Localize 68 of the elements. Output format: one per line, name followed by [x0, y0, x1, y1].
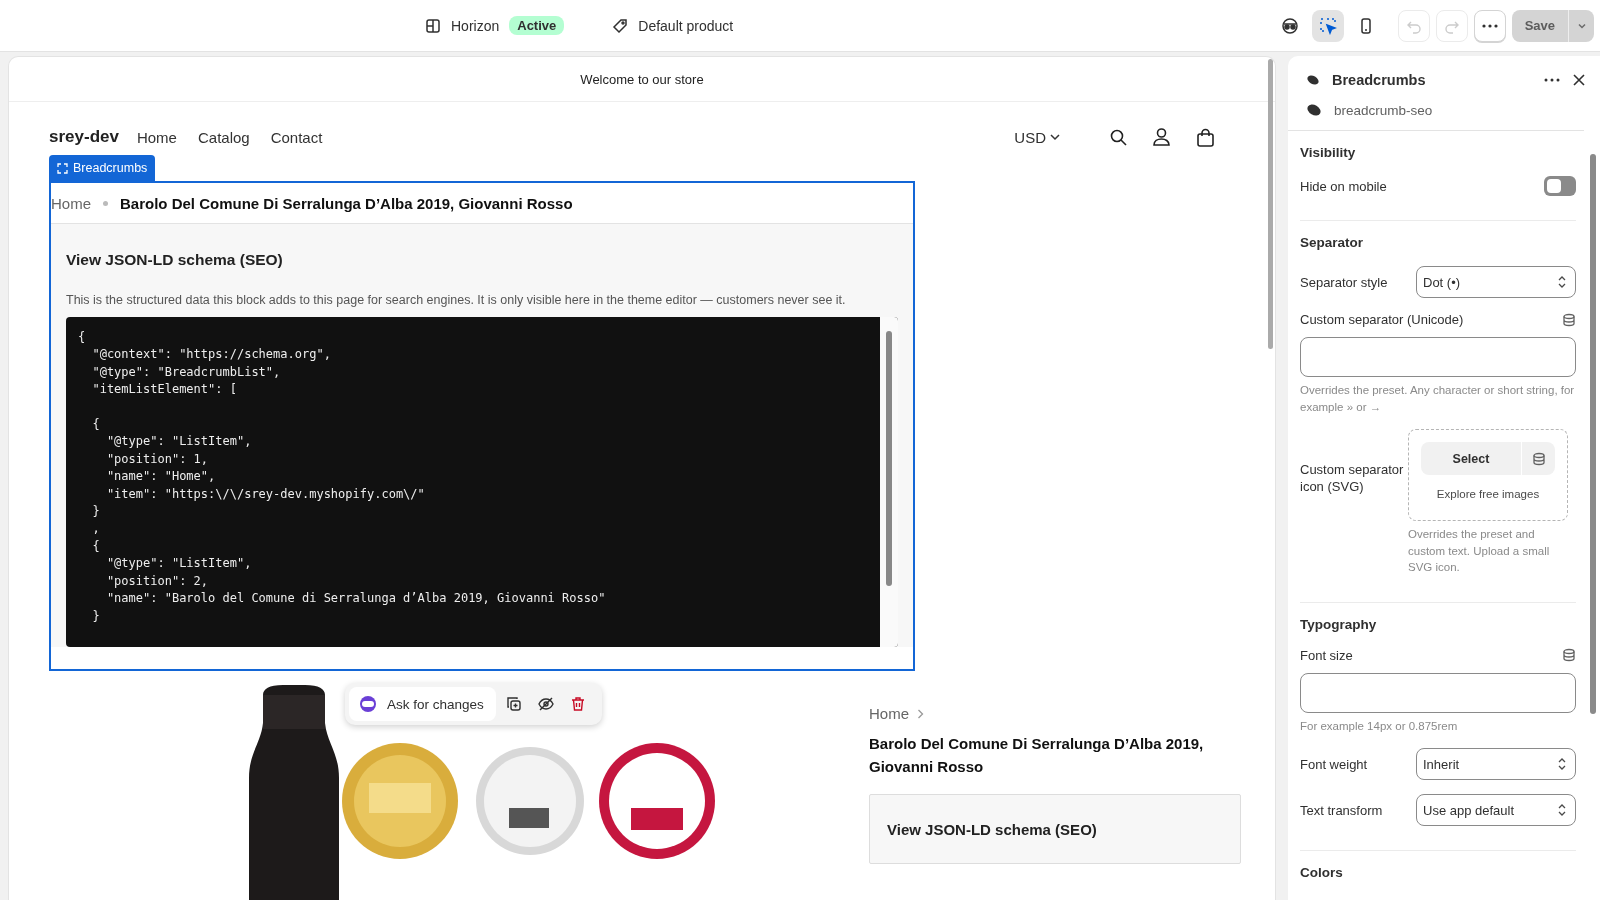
chevron-updown-icon	[1557, 802, 1567, 818]
tag-icon	[612, 17, 629, 34]
block-label[interactable]: Breadcrumbs	[49, 155, 156, 181]
toggle-switch[interactable]	[1544, 176, 1576, 196]
currency-selector[interactable]: USD	[1014, 128, 1060, 146]
block-handle: breadcrumb-seo	[1334, 102, 1433, 118]
field-label: Custom separator (Unicode)	[1300, 312, 1464, 327]
caret-icon	[1050, 132, 1060, 142]
eye-slash-icon	[537, 696, 554, 712]
section-heading: Colors	[1300, 865, 1344, 880]
separator-dot	[103, 200, 108, 206]
layout-icon	[425, 17, 441, 34]
help-text: For example 14px or 0.875rem	[1300, 718, 1459, 734]
chevron-icon	[917, 708, 924, 719]
cursor-select-icon	[1318, 16, 1337, 35]
select-frame-icon	[57, 162, 68, 174]
select-field[interactable]: Use app default	[1416, 794, 1576, 826]
nav-link[interactable]: Home	[136, 128, 177, 146]
toolbar-button[interactable]	[1311, 9, 1344, 42]
help-text: Overrides the preset and custom text. Upload a small SVG icon.	[1408, 527, 1551, 575]
store-logo[interactable]: srey-dev	[49, 127, 119, 147]
chevron-updown-icon	[1557, 274, 1567, 290]
field-label: Separator style	[1300, 274, 1388, 290]
more-icon	[1481, 23, 1498, 28]
theme-name[interactable]: Horizon	[451, 17, 500, 34]
field-label: Font weight	[1300, 756, 1368, 772]
breadcrumb-link[interactable]: Home	[51, 194, 91, 212]
database-icon[interactable]	[1562, 312, 1576, 327]
select-field[interactable]: Dot (•)	[1416, 266, 1576, 298]
duplicate-icon	[505, 696, 522, 712]
section-heading: Separator	[1300, 235, 1365, 250]
search-icon[interactable]	[1110, 128, 1127, 146]
close-icon[interactable]	[1572, 73, 1586, 87]
product-title: Barolo Del Comune Di Serralunga D’Alba 2019, Giovanni Rosso	[869, 734, 1205, 777]
schema-heading: View JSON-LD schema (SEO)	[66, 251, 284, 269]
trash-icon	[569, 696, 586, 712]
nav-link[interactable]: Contact	[270, 128, 323, 146]
more-icon[interactable]	[1544, 78, 1560, 82]
scrollbar[interactable]	[1590, 154, 1596, 714]
template-selector[interactable]: Default product	[638, 17, 734, 34]
assistant-icon	[359, 695, 377, 713]
explore-images-link[interactable]: Explore free images	[1436, 488, 1540, 500]
field-label: Font size	[1300, 647, 1353, 663]
input-field[interactable]	[1300, 337, 1576, 377]
chevron-updown-icon	[1557, 756, 1567, 772]
status-badge: Active	[509, 16, 565, 35]
account-icon[interactable]	[1153, 128, 1170, 146]
section-heading: Visibility	[1300, 145, 1357, 160]
nav-link[interactable]: Catalog	[197, 128, 250, 146]
input-field[interactable]	[1300, 672, 1576, 713]
scrollbar[interactable]	[1268, 59, 1273, 349]
schema-description: This is the structured data this block adds to this page for search engines. It is only visible here in the theme editor — customers never see it.	[66, 293, 847, 307]
ask-for-changes-button[interactable]: Ask for changes	[349, 687, 496, 721]
database-icon[interactable]	[1531, 451, 1546, 466]
code-block: { "@context": "https://schema.org", "@type": "BreadcrumbList", "itemListElement": [ { "@type": "ListItem", "position": 1, "name": "Home", "item": "https:\/\/srey-dev.myshopify.com\/" } , { "@type": "ListItem", "position": 2, "name": "Barolo del Comune di Serralunga d’Alba 2019, Giovanni Rosso" }	[66, 317, 898, 647]
database-icon[interactable]	[1562, 648, 1576, 662]
breadcrumb-current: Barolo Del Comune Di Serralunga D’Alba 2019, Giovanni Rosso	[120, 194, 573, 212]
field-label: Custom separator icon (SVG)	[1300, 462, 1405, 495]
help-text: Overrides the preset. Any character or short string, for example » or →	[1300, 383, 1576, 415]
breadcrumb-link[interactable]: Home	[869, 705, 909, 722]
select-field[interactable]: Inherit	[1416, 748, 1576, 780]
glasses-icon	[1280, 16, 1299, 35]
field-label: Text transform	[1300, 802, 1383, 818]
panel-title: Breadcrumbs	[1332, 72, 1427, 88]
schema-toggle[interactable]: View JSON-LD schema (SEO)	[869, 794, 1241, 864]
field-label: Hide on mobile	[1300, 178, 1387, 194]
bag-icon[interactable]	[1196, 127, 1215, 147]
section-heading: Typography	[1300, 616, 1378, 632]
